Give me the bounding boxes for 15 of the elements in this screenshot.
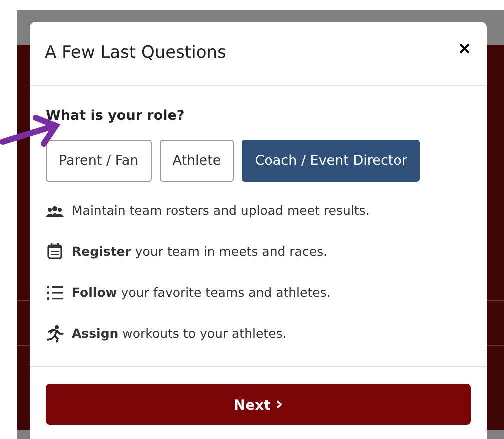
role-option[interactable]: Athlete [160,140,234,182]
feature-text: Follow your favorite teams and athletes. [72,284,331,302]
feature-text: Maintain team rosters and upload meet results. [72,202,370,220]
role-option[interactable]: Coach / Event Director [242,140,420,182]
role-option[interactable]: Parent / Fan [46,140,152,182]
next-button[interactable]: Next › [46,384,471,425]
dialog-title: A Few Last Questions [45,42,226,65]
runner-icon [46,324,64,343]
list-icon [46,284,64,302]
feature-text: Assign workouts to your athletes. [72,324,287,343]
question-label: What is your role? [46,107,186,126]
people-icon [46,206,64,218]
feature-text: Register your team in meets and races. [72,243,328,261]
close-button[interactable]: × [458,36,472,62]
calendar-icon [46,243,64,262]
